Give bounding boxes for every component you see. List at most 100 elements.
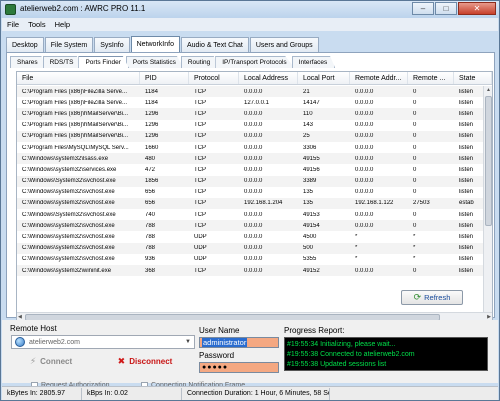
cell-pid: 472	[145, 166, 156, 173]
cell-pid: 1856	[145, 178, 159, 185]
cell-local-address: 0.0.0.0	[244, 122, 263, 129]
column-header-remote-port[interactable]: Remote ...	[408, 72, 454, 84]
refresh-button[interactable]: ⟳ Refresh	[401, 290, 463, 305]
cell-local-port: 135	[303, 200, 314, 207]
cell-protocol: TCP	[194, 133, 206, 140]
subtab-ports-finder[interactable]: Ports Finder	[78, 56, 129, 68]
status-connection-duration: Connection Duration: 1 Hour, 6 Minutes, …	[182, 387, 330, 400]
column-header-local-port[interactable]: Local Port	[298, 72, 350, 84]
title-bar[interactable]: atelierweb2.com : AWRC PRO 11.1 – □ ✕	[1, 1, 499, 18]
table-row[interactable]: C:\Windows\System32\svchost.exe 740 TCP 0.0…	[17, 209, 492, 220]
connect-button[interactable]: ⚡ Connect	[11, 353, 91, 369]
cell-pid: 480	[145, 155, 156, 162]
cell-local-address: 192.168.1.204	[244, 200, 283, 207]
scroll-up-icon[interactable]: ▲	[486, 87, 491, 93]
user-name-field[interactable]: administrator	[199, 337, 279, 348]
table-header: File PID Protocol Local Address Local Po…	[17, 72, 492, 85]
progress-line: #19:55:38 Updated sessions list	[287, 361, 387, 368]
cell-local-port: 49156	[303, 166, 320, 173]
tab-sysinfo[interactable]: SysInfo	[94, 37, 130, 52]
cell-pid: 1296	[145, 110, 159, 117]
cell-protocol: TCP	[194, 178, 206, 185]
cell-pid: 1296	[145, 122, 159, 129]
globe-icon	[15, 337, 25, 347]
cell-file: C:\Windows\system32\svchost.exe	[22, 245, 115, 252]
subtab-interfaces[interactable]: Interfaces	[291, 56, 336, 68]
menu-file[interactable]: File	[7, 20, 19, 29]
cell-remote-address: *	[355, 245, 358, 252]
subtab-ports-statistics[interactable]: Ports Statistics	[125, 56, 184, 68]
cell-pid: 1184	[145, 88, 158, 95]
column-header-state[interactable]: State	[454, 72, 492, 84]
subtab-rds-ts[interactable]: RDS/TS	[42, 56, 82, 68]
cell-local-address: 0.0.0.0	[244, 133, 263, 140]
column-header-file[interactable]: File	[17, 72, 140, 84]
table-row[interactable]: C:\Program Files (x86)\hMailServer\Bi...…	[17, 120, 492, 131]
close-button[interactable]: ✕	[458, 2, 496, 15]
subtab-routing[interactable]: Routing	[180, 56, 219, 68]
minimize-button[interactable]: –	[412, 2, 434, 15]
table-row[interactable]: C:\Windows\system32\wininit.exe 368 TCP 0.0…	[17, 265, 492, 277]
table-row[interactable]: C:\Program Files (x86)\FileZilla Serve..…	[17, 86, 492, 98]
table-row[interactable]: C:\Windows\system32\svchost.exe 656 TCP 192…	[17, 197, 492, 210]
cell-local-address: 0.0.0.0	[244, 155, 263, 162]
disconnect-icon: ✖	[117, 355, 126, 366]
vertical-scrollbar[interactable]: ▲	[483, 86, 492, 313]
cell-protocol: UDP	[194, 256, 207, 263]
cell-file: C:\Windows\system32\wininit.exe	[22, 267, 112, 274]
table-row[interactable]: C:\Windows\system32\lsass.exe 480 TCP 0.0.0…	[17, 153, 492, 165]
vertical-scroll-thumb[interactable]	[485, 96, 492, 226]
tab-file-system[interactable]: File System	[44, 37, 94, 52]
table-row[interactable]: C:\Windows\system32\svchost.exe 788 TCP 0.0…	[17, 220, 492, 232]
table-row[interactable]: C:\Program Files (x86)\hMailServer\Bi...…	[17, 130, 492, 142]
cell-local-address: 0.0.0.0	[244, 234, 263, 241]
menu-help[interactable]: Help	[55, 20, 70, 29]
password-field[interactable]: ●●●●●	[199, 362, 279, 373]
cell-remote-address: 0.0.0.0	[355, 178, 374, 185]
menu-tools[interactable]: Tools	[28, 20, 46, 29]
cell-protocol: TCP	[194, 122, 206, 129]
remote-host-combobox[interactable]: atelierweb2.com ▼	[11, 335, 195, 349]
table-row[interactable]: C:\Program Files (x86)\hMailServer\Bi...…	[17, 108, 492, 120]
tab-users-and-groups[interactable]: Users and Groups	[249, 37, 319, 52]
column-header-pid[interactable]: PID	[140, 72, 189, 84]
cell-remote-port: *	[413, 256, 416, 263]
maximize-button[interactable]: □	[435, 2, 457, 15]
cell-local-port: 4500	[303, 234, 317, 241]
tab-audio-text-chat[interactable]: Audio & Text Chat	[180, 37, 249, 52]
cell-file: C:\Windows\system32\svchost.exe	[22, 234, 115, 241]
column-header-local-address[interactable]: Local Address	[239, 72, 298, 84]
tab-networkinfo[interactable]: NetworkInfo	[130, 36, 180, 52]
subtab-shares[interactable]: Shares	[10, 56, 46, 68]
cell-remote-address: 0.0.0.0	[355, 166, 374, 173]
cell-remote-port: *	[413, 234, 416, 241]
cell-local-address: 0.0.0.0	[244, 189, 263, 196]
chevron-down-icon[interactable]: ▼	[185, 339, 191, 345]
subtab-ip-transport-protocols[interactable]: IP/Transport Protocols	[215, 56, 295, 68]
table-row[interactable]: C:\Windows\system32\services.exe 472 TCP 0.…	[17, 164, 492, 175]
cell-file: C:\Program Files\MySQL\MySQL Serv...	[22, 144, 129, 151]
table-row[interactable]: C:\Windows\system32\svchost.exe 656 TCP 0.0…	[17, 187, 492, 198]
table-row[interactable]: C:\Program Files\MySQL\MySQL Serv... 1660…	[17, 142, 492, 153]
cell-pid: 788	[145, 234, 156, 241]
table-row[interactable]: C:\Windows\System32\svchost.exe 1856 TCP 0.…	[17, 175, 492, 187]
cell-local-port: 143	[303, 122, 314, 129]
cell-remote-address: 192.168.1.122	[355, 200, 394, 207]
cell-local-address: 0.0.0.0	[244, 110, 263, 117]
cell-remote-port: 0	[413, 211, 417, 218]
cell-local-port: 5355	[303, 256, 317, 263]
disconnect-button[interactable]: ✖ Disconnect	[101, 353, 189, 369]
cell-remote-port: 0	[413, 178, 417, 185]
cell-pid: 740	[145, 211, 156, 218]
column-header-remote-address[interactable]: Remote Addr...	[350, 72, 408, 84]
column-header-protocol[interactable]: Protocol	[189, 72, 239, 84]
app-window: atelierweb2.com : AWRC PRO 11.1 – □ ✕ Fi…	[0, 0, 500, 401]
table-row[interactable]: C:\Windows\system32\svchost.exe 788 UDP 0.0…	[17, 242, 492, 254]
cell-remote-port: 0	[413, 155, 417, 162]
cell-remote-port: 0	[413, 133, 417, 140]
table-row[interactable]: C:\Windows\system32\svchost.exe 788 UDP 0.0…	[17, 231, 492, 242]
cell-protocol: TCP	[194, 189, 206, 196]
tab-desktop[interactable]: Desktop	[6, 37, 44, 52]
table-row[interactable]: C:\Windows\system32\svchost.exe 936 UDP 0.0…	[17, 254, 492, 265]
table-row[interactable]: C:\Program Files (x86)\FileZilla Serve..…	[17, 97, 492, 108]
